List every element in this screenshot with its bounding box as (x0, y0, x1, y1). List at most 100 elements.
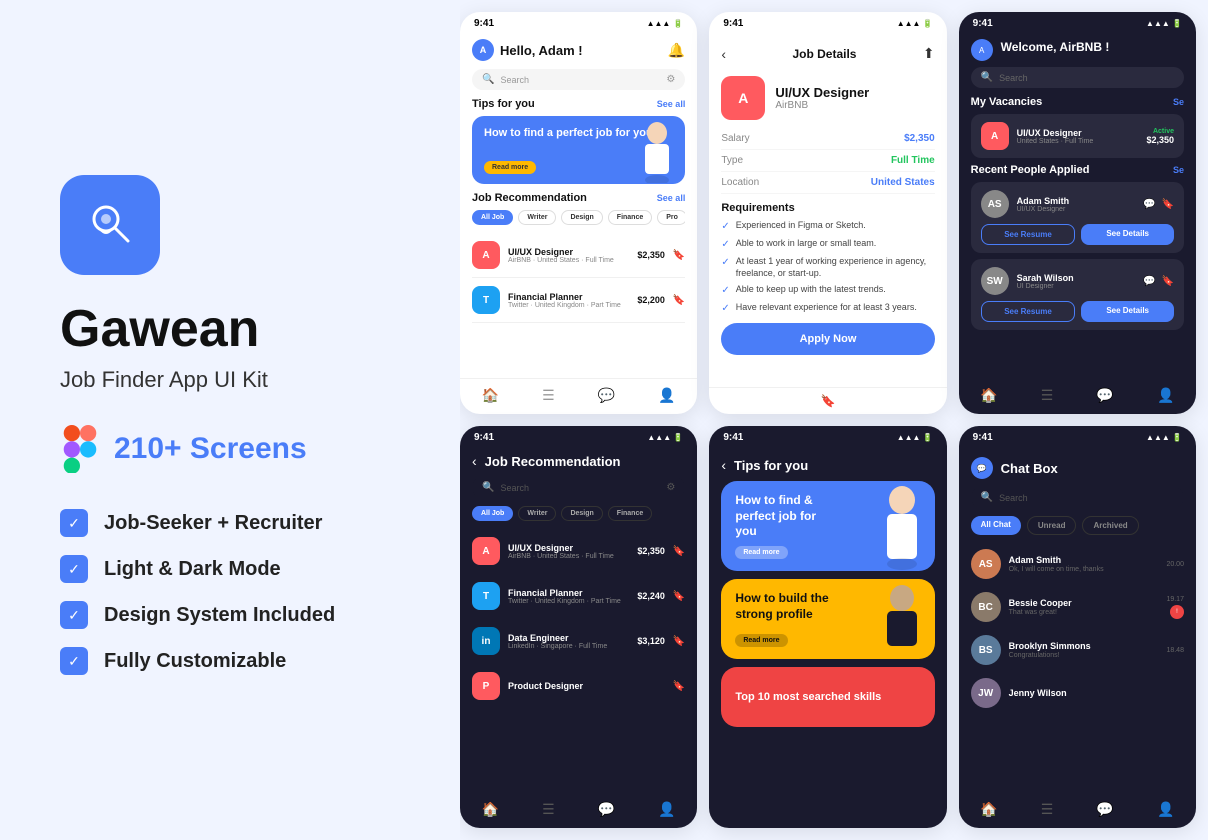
dark-bookmark-2[interactable]: 🔖 (673, 591, 685, 602)
back-btn-dark[interactable]: ‹ (472, 453, 477, 469)
nav4-home[interactable]: 🏠 (482, 801, 499, 818)
dark-job-3[interactable]: in Data Engineer LinkedIn · Singapore · … (472, 619, 685, 664)
dark-bookmark-4[interactable]: 🔖 (673, 681, 685, 692)
nav-profile[interactable]: 👤 (658, 387, 675, 404)
nav3-home[interactable]: 🏠 (980, 387, 997, 404)
chip-dark-finance[interactable]: Finance (608, 506, 652, 521)
nav3-chat[interactable]: 💬 (1096, 387, 1113, 404)
nav4-list[interactable]: ☰ (542, 801, 555, 818)
chip-dark-alljob[interactable]: All Job (472, 506, 513, 521)
nav4-profile[interactable]: 👤 (658, 801, 675, 818)
screen5-content: ‹ Tips for you How to find & perfect job… (709, 445, 946, 828)
share-icon[interactable]: ⬆ (923, 45, 935, 62)
search-dark[interactable]: 🔍 Search ⚙ (472, 477, 685, 498)
chat-time-2: 19.17 (1166, 596, 1184, 603)
nav2-bookmark[interactable]: 🔖 (821, 394, 836, 408)
chat-filter-chips: All Chat Unread Archived (971, 516, 1184, 535)
user-avatar: A (472, 39, 494, 61)
nav3-list[interactable]: ☰ (1041, 387, 1054, 404)
chip-pro[interactable]: Pro (657, 210, 685, 225)
chat-item-4[interactable]: JW Jenny Wilson (971, 672, 1184, 715)
chip-finance[interactable]: Finance (608, 210, 652, 225)
dark-job-2[interactable]: T Financial Planner Twitter · United Kin… (472, 574, 685, 619)
see-details-btn-1[interactable]: See Details (1081, 224, 1174, 245)
person-avatar-1: AS (981, 190, 1009, 218)
message-icon-2[interactable]: 💬 (1143, 276, 1155, 287)
vacancy-card[interactable]: A UI/UX Designer United States · Full Ti… (971, 114, 1184, 158)
back-button[interactable]: ‹ (721, 46, 726, 62)
bookmark-icon-2[interactable]: 🔖 (673, 295, 685, 306)
chat-meta-1: 20.00 (1166, 561, 1184, 568)
chip-dark-writer[interactable]: Writer (518, 506, 556, 521)
dark-job-company-2: Twitter · United Kingdom · Part Time (508, 598, 629, 605)
job-item-1[interactable]: A UI/UX Designer AirBNB · United States … (472, 233, 685, 278)
jobrec-dark-title: Job Recommendation (485, 454, 621, 469)
tip-card-3[interactable]: Top 10 most searched skills (721, 667, 934, 727)
chat-item-1[interactable]: AS Adam Smith Ok, I will come on time, t… (971, 543, 1184, 586)
search-bar[interactable]: 🔍 Search ⚙ (472, 69, 685, 90)
chat-search[interactable]: 🔍 Search (971, 487, 1184, 508)
nav4-chat[interactable]: 💬 (598, 801, 615, 818)
nav-home[interactable]: 🏠 (482, 387, 499, 404)
chip-archived[interactable]: Archived (1082, 516, 1138, 535)
tips-header: Tips for you See all (472, 98, 685, 110)
job-item-2[interactable]: T Financial Planner Twitter · United Kin… (472, 278, 685, 323)
chip-all-chat[interactable]: All Chat (971, 516, 1021, 535)
chip-dark-design[interactable]: Design (561, 506, 602, 521)
chat-avatar-2: BC (971, 592, 1001, 622)
salary-label: Salary (721, 133, 749, 144)
chip-design[interactable]: Design (561, 210, 602, 225)
see-resume-btn-1[interactable]: See Resume (981, 224, 1076, 245)
checkbox-icon-3: ✓ (60, 601, 88, 629)
chat-item-3[interactable]: BS Brooklyn Simmons Congratulations! 18.… (971, 629, 1184, 672)
job-company-1: AirBNB · United States · Full Time (508, 257, 629, 264)
bookmark-icon-p2[interactable]: 🔖 (1162, 276, 1174, 287)
company-info: A UI/UX Designer AirBNB (721, 68, 934, 128)
bookmark-icon-1[interactable]: 🔖 (673, 250, 685, 261)
tip-card-1[interactable]: How to find & perfect job for you Read m… (721, 481, 934, 571)
nav6-list[interactable]: ☰ (1041, 801, 1054, 818)
nav-chat[interactable]: 💬 (598, 387, 615, 404)
dark-bookmark-3[interactable]: 🔖 (673, 636, 685, 647)
vacancy-right: Active $2,350 (1146, 128, 1174, 145)
see-all-people[interactable]: Se (1173, 165, 1184, 175)
jobrec-title: Job Recommendation (472, 192, 587, 204)
chip-unread[interactable]: Unread (1027, 516, 1077, 535)
see-all-tips[interactable]: See all (657, 99, 686, 109)
nav-list[interactable]: ☰ (542, 387, 555, 404)
req-text-3: At least 1 year of working experience in… (736, 256, 935, 279)
see-all-vacancies[interactable]: Se (1173, 97, 1184, 107)
nav6-profile[interactable]: 👤 (1157, 801, 1174, 818)
nav3-profile[interactable]: 👤 (1157, 387, 1174, 404)
chip-alljob[interactable]: All Job (472, 210, 513, 225)
recruiter-search[interactable]: 🔍 Search (971, 67, 1184, 88)
see-details-btn-2[interactable]: See Details (1081, 301, 1174, 322)
bookmark-icon-p1[interactable]: 🔖 (1162, 199, 1174, 210)
dark-job-4[interactable]: P Product Designer 🔖 (472, 664, 685, 709)
people-header: Recent People Applied Se (971, 164, 1184, 176)
bottom-nav-1: 🏠 ☰ 💬 👤 (460, 378, 697, 414)
search-icon-dark2: 🔍 (482, 482, 494, 493)
dark-job-title-4: Product Designer (508, 681, 665, 691)
see-resume-btn-2[interactable]: See Resume (981, 301, 1076, 322)
nav6-chat[interactable]: 💬 (1096, 801, 1113, 818)
filter-icon-dark: ⚙ (666, 482, 675, 493)
chip-writer[interactable]: Writer (518, 210, 556, 225)
job-company-2: Twitter · United Kingdom · Part Time (508, 302, 629, 309)
tips-title: Tips for you (472, 98, 535, 110)
see-all-jobs[interactable]: See all (657, 193, 686, 203)
apply-button[interactable]: Apply Now (721, 323, 934, 355)
tips-back-btn[interactable]: ‹ (721, 457, 726, 473)
nav6-home[interactable]: 🏠 (980, 801, 997, 818)
chat-item-2[interactable]: BC Bessie Cooper That was great! 19.17 ! (971, 586, 1184, 629)
chat-meta-3: 18.48 (1166, 647, 1184, 654)
read-more-btn[interactable]: Read more (484, 161, 536, 174)
dark-bookmark-1[interactable]: 🔖 (673, 546, 685, 557)
dark-job-1[interactable]: A UI/UX Designer AirBNB · United States … (472, 529, 685, 574)
tip-read-more-2[interactable]: Read more (735, 634, 787, 647)
tip-read-more-1[interactable]: Read more (735, 546, 787, 559)
screen2-content: ‹ Job Details ⬆ A UI/UX Designer AirBNB … (709, 31, 946, 387)
tip-card-2[interactable]: How to build the strong profile Read mor… (721, 579, 934, 659)
message-icon-1[interactable]: 💬 (1143, 199, 1155, 210)
bottom-nav-4: 🏠 ☰ 💬 👤 (460, 792, 697, 828)
